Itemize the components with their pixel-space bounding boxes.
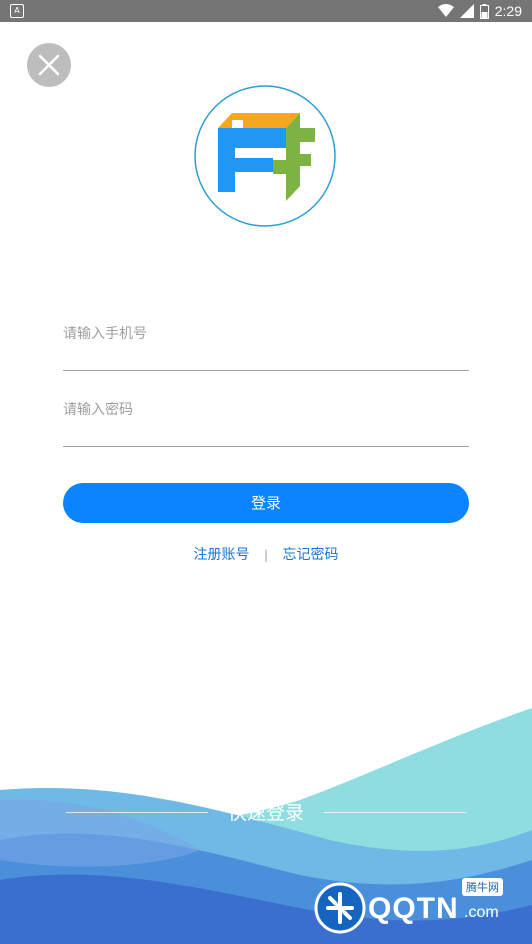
status-icons: 2:29	[437, 2, 522, 20]
qqtn-watermark: QQTN .com 腾牛网	[312, 878, 522, 938]
account-links: 注册账号 | 忘记密码	[0, 544, 532, 564]
forgot-password-link[interactable]: 忘记密码	[282, 547, 338, 563]
phone-input[interactable]	[63, 326, 469, 342]
link-divider: |	[263, 548, 269, 562]
wifi-icon	[437, 4, 454, 17]
signal-icon	[459, 4, 474, 18]
notification-icon: A	[10, 4, 24, 18]
login-button[interactable]: 登录	[63, 483, 469, 523]
watermark-logo-icon	[314, 882, 366, 934]
quick-login-label: 快速登录	[227, 802, 304, 824]
close-button[interactable]	[27, 43, 71, 87]
register-link[interactable]: 注册账号	[194, 547, 250, 563]
phone-field[interactable]	[63, 322, 469, 371]
status-bar: A 2:29	[0, 0, 532, 22]
password-field[interactable]	[63, 398, 469, 447]
watermark-brand: QQTN	[368, 892, 459, 925]
battery-icon	[479, 3, 489, 19]
watermark-suffix: .com	[464, 904, 499, 921]
password-input[interactable]	[63, 402, 469, 418]
status-time: 2:29	[494, 3, 522, 19]
watermark-tag: 腾牛网	[462, 878, 503, 896]
app-logo	[193, 84, 337, 228]
close-icon	[38, 54, 60, 76]
